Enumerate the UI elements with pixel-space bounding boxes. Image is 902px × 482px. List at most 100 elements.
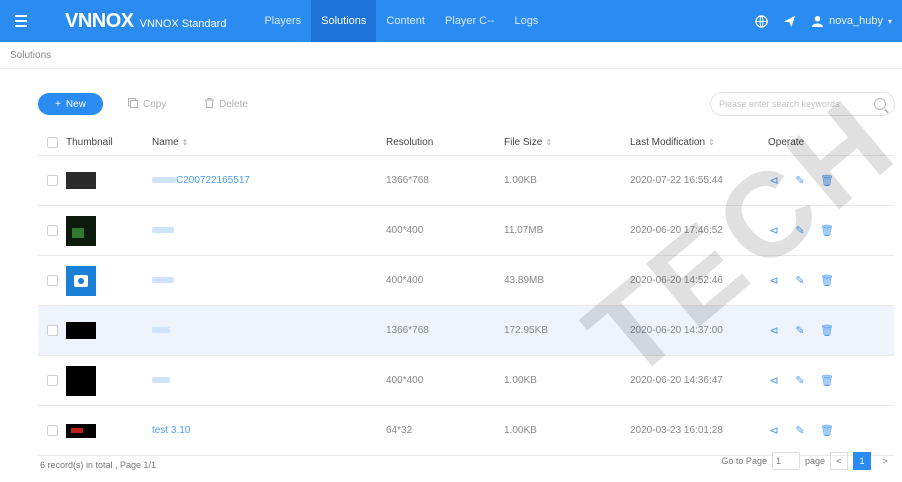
search-icon[interactable] <box>874 98 886 110</box>
edit-icon[interactable]: ✎ <box>794 174 806 187</box>
modified-cell: 2020-06-20 14:37:00 <box>630 325 723 336</box>
logo-mark: VNNOX <box>65 9 134 32</box>
header-file-size[interactable]: File Size ⇕ <box>504 137 630 148</box>
table-header: Thumbnail Name ⇕ Resolution File Size ⇕ La… <box>38 130 894 156</box>
main-nav: Players Solutions Content Player C-- Log… <box>254 0 548 42</box>
delete-icon[interactable]: 🗑 <box>820 174 834 187</box>
header-name-label: Name <box>152 137 179 148</box>
row-checkbox[interactable] <box>46 175 58 186</box>
row-checkbox[interactable] <box>46 275 58 286</box>
thumbnail-image <box>66 265 96 296</box>
delete-icon[interactable]: 🗑 <box>820 274 834 287</box>
sort-icon: ⇕ <box>545 138 553 147</box>
header-name[interactable]: Name ⇕ <box>152 137 386 148</box>
breadcrumb[interactable]: Solutions <box>10 50 51 61</box>
page-1-button[interactable]: 1 <box>853 452 871 470</box>
chevron-down-icon: ▾ <box>887 16 892 26</box>
file-size-cell: 172.95KB <box>504 325 548 336</box>
nav-item-players[interactable]: Players <box>254 0 311 42</box>
table-row[interactable]: test 3.10 64*32 1.00KB 2020-03-23 16:01:… <box>38 406 894 456</box>
globe-icon[interactable] <box>754 14 768 28</box>
copy-button[interactable]: Copy <box>128 95 166 113</box>
top-right-tools: nova_huby ▾ <box>754 14 892 28</box>
solution-name-link[interactable]: C200722165517 <box>176 175 250 186</box>
user-menu[interactable]: nova_huby ▾ <box>810 14 892 28</box>
nav-item-logs[interactable]: Logs <box>504 0 548 42</box>
publish-icon[interactable]: ⊲ <box>768 324 780 337</box>
prev-page-button[interactable]: < <box>830 452 848 470</box>
operate-cell: ⊲ ✎ 🗑 <box>768 424 888 437</box>
file-size-cell: 1.00KB <box>504 175 537 186</box>
send-icon[interactable] <box>782 14 796 28</box>
edit-icon[interactable]: ✎ <box>794 274 806 287</box>
publish-icon[interactable]: ⊲ <box>768 174 780 187</box>
publish-icon[interactable]: ⊲ <box>768 374 780 387</box>
resolution-cell: 1366*768 <box>386 175 429 186</box>
edit-icon[interactable]: ✎ <box>794 224 806 237</box>
redacted-name[interactable] <box>152 227 174 233</box>
header-file-size-label: File Size <box>504 137 543 148</box>
file-size-cell: 43.89MB <box>504 275 545 286</box>
redacted-name[interactable] <box>152 377 170 383</box>
table-row[interactable]: C200722165517 1366*768 1.00KB 2020-07-22… <box>38 156 894 206</box>
header-last-modification[interactable]: Last Modification ⇕ <box>630 137 768 148</box>
delete-button-label: Delete <box>219 98 248 110</box>
logo-edition: VNNOX Standard <box>139 17 227 30</box>
operate-cell: ⊲ ✎ 🗑 <box>768 174 888 187</box>
modified-cell: 2020-03-23 16:01:28 <box>630 425 723 436</box>
nav-item-content[interactable]: Content <box>376 0 435 42</box>
thumbnail-cell <box>66 265 152 296</box>
resolution-cell: 400*400 <box>386 225 424 236</box>
row-checkbox[interactable] <box>46 325 58 336</box>
delete-button[interactable]: Delete <box>205 95 248 113</box>
divider <box>0 68 902 69</box>
new-button[interactable]: + New <box>38 93 103 115</box>
select-all-checkbox[interactable] <box>46 137 58 148</box>
top-navigation-bar: VNNOX VNNOX Standard Players Solutions C… <box>0 0 902 42</box>
table-row[interactable]: 1366*768 172.95KB 2020-06-20 14:37:00 ⊲ … <box>38 306 894 356</box>
row-checkbox-cell <box>38 175 66 186</box>
redacted-name[interactable] <box>152 277 174 283</box>
thumbnail-image <box>66 322 96 339</box>
delete-icon[interactable]: 🗑 <box>820 324 834 337</box>
delete-icon[interactable]: 🗑 <box>820 224 834 237</box>
row-checkbox[interactable] <box>46 425 58 436</box>
publish-icon[interactable]: ⊲ <box>768 424 780 437</box>
row-checkbox-cell <box>38 375 66 386</box>
publish-icon[interactable]: ⊲ <box>768 224 780 237</box>
modified-cell: 2020-07-22 16:55:44 <box>630 175 723 186</box>
logo: VNNOX VNNOX Standard <box>65 10 226 33</box>
row-checkbox[interactable] <box>46 225 58 236</box>
edit-icon[interactable]: ✎ <box>794 374 806 387</box>
solution-name-link[interactable]: test 3.10 <box>152 425 190 436</box>
table-row[interactable]: 400*400 1.00KB 2020-06-20 14:36:47 ⊲ ✎ 🗑 <box>38 356 894 406</box>
table-row[interactable]: 400*400 43.89MB 2020-06-20 14:52:46 ⊲ ✎ … <box>38 256 894 306</box>
edit-icon[interactable]: ✎ <box>794 324 806 337</box>
row-checkbox[interactable] <box>46 375 58 386</box>
sort-icon: ⇕ <box>181 138 189 147</box>
modified-cell: 2020-06-20 17:46:52 <box>630 225 723 236</box>
file-size-cell: 1.00KB <box>504 425 537 436</box>
copy-icon <box>128 97 138 111</box>
delete-icon[interactable]: 🗑 <box>820 424 834 437</box>
publish-icon[interactable]: ⊲ <box>768 274 780 287</box>
search-input[interactable] <box>719 99 869 109</box>
table-row[interactable]: 400*400 11.07MB 2020-06-20 17:46:52 ⊲ ✎ … <box>38 206 894 256</box>
menu-icon[interactable] <box>15 15 35 27</box>
next-page-button[interactable]: > <box>876 452 894 470</box>
resolution-cell: 1366*768 <box>386 325 429 336</box>
pagination: Go to Page page < 1 > <box>721 452 894 470</box>
nav-item-solutions[interactable]: Solutions <box>311 0 377 42</box>
header-thumbnail: Thumbnail <box>66 137 113 148</box>
username: nova_huby <box>829 15 883 27</box>
file-size-cell: 11.07MB <box>504 225 544 236</box>
operate-cell: ⊲ ✎ 🗑 <box>768 274 888 287</box>
redacted-name[interactable] <box>152 327 170 333</box>
name-cell: C200722165517 <box>152 175 386 186</box>
page-number-input[interactable] <box>771 452 800 470</box>
delete-icon[interactable]: 🗑 <box>820 374 834 387</box>
thumbnail-image <box>66 365 96 396</box>
nav-item-player-c[interactable]: Player C-- <box>435 0 505 42</box>
edit-icon[interactable]: ✎ <box>794 424 806 437</box>
name-cell: test 3.10 <box>152 425 386 436</box>
